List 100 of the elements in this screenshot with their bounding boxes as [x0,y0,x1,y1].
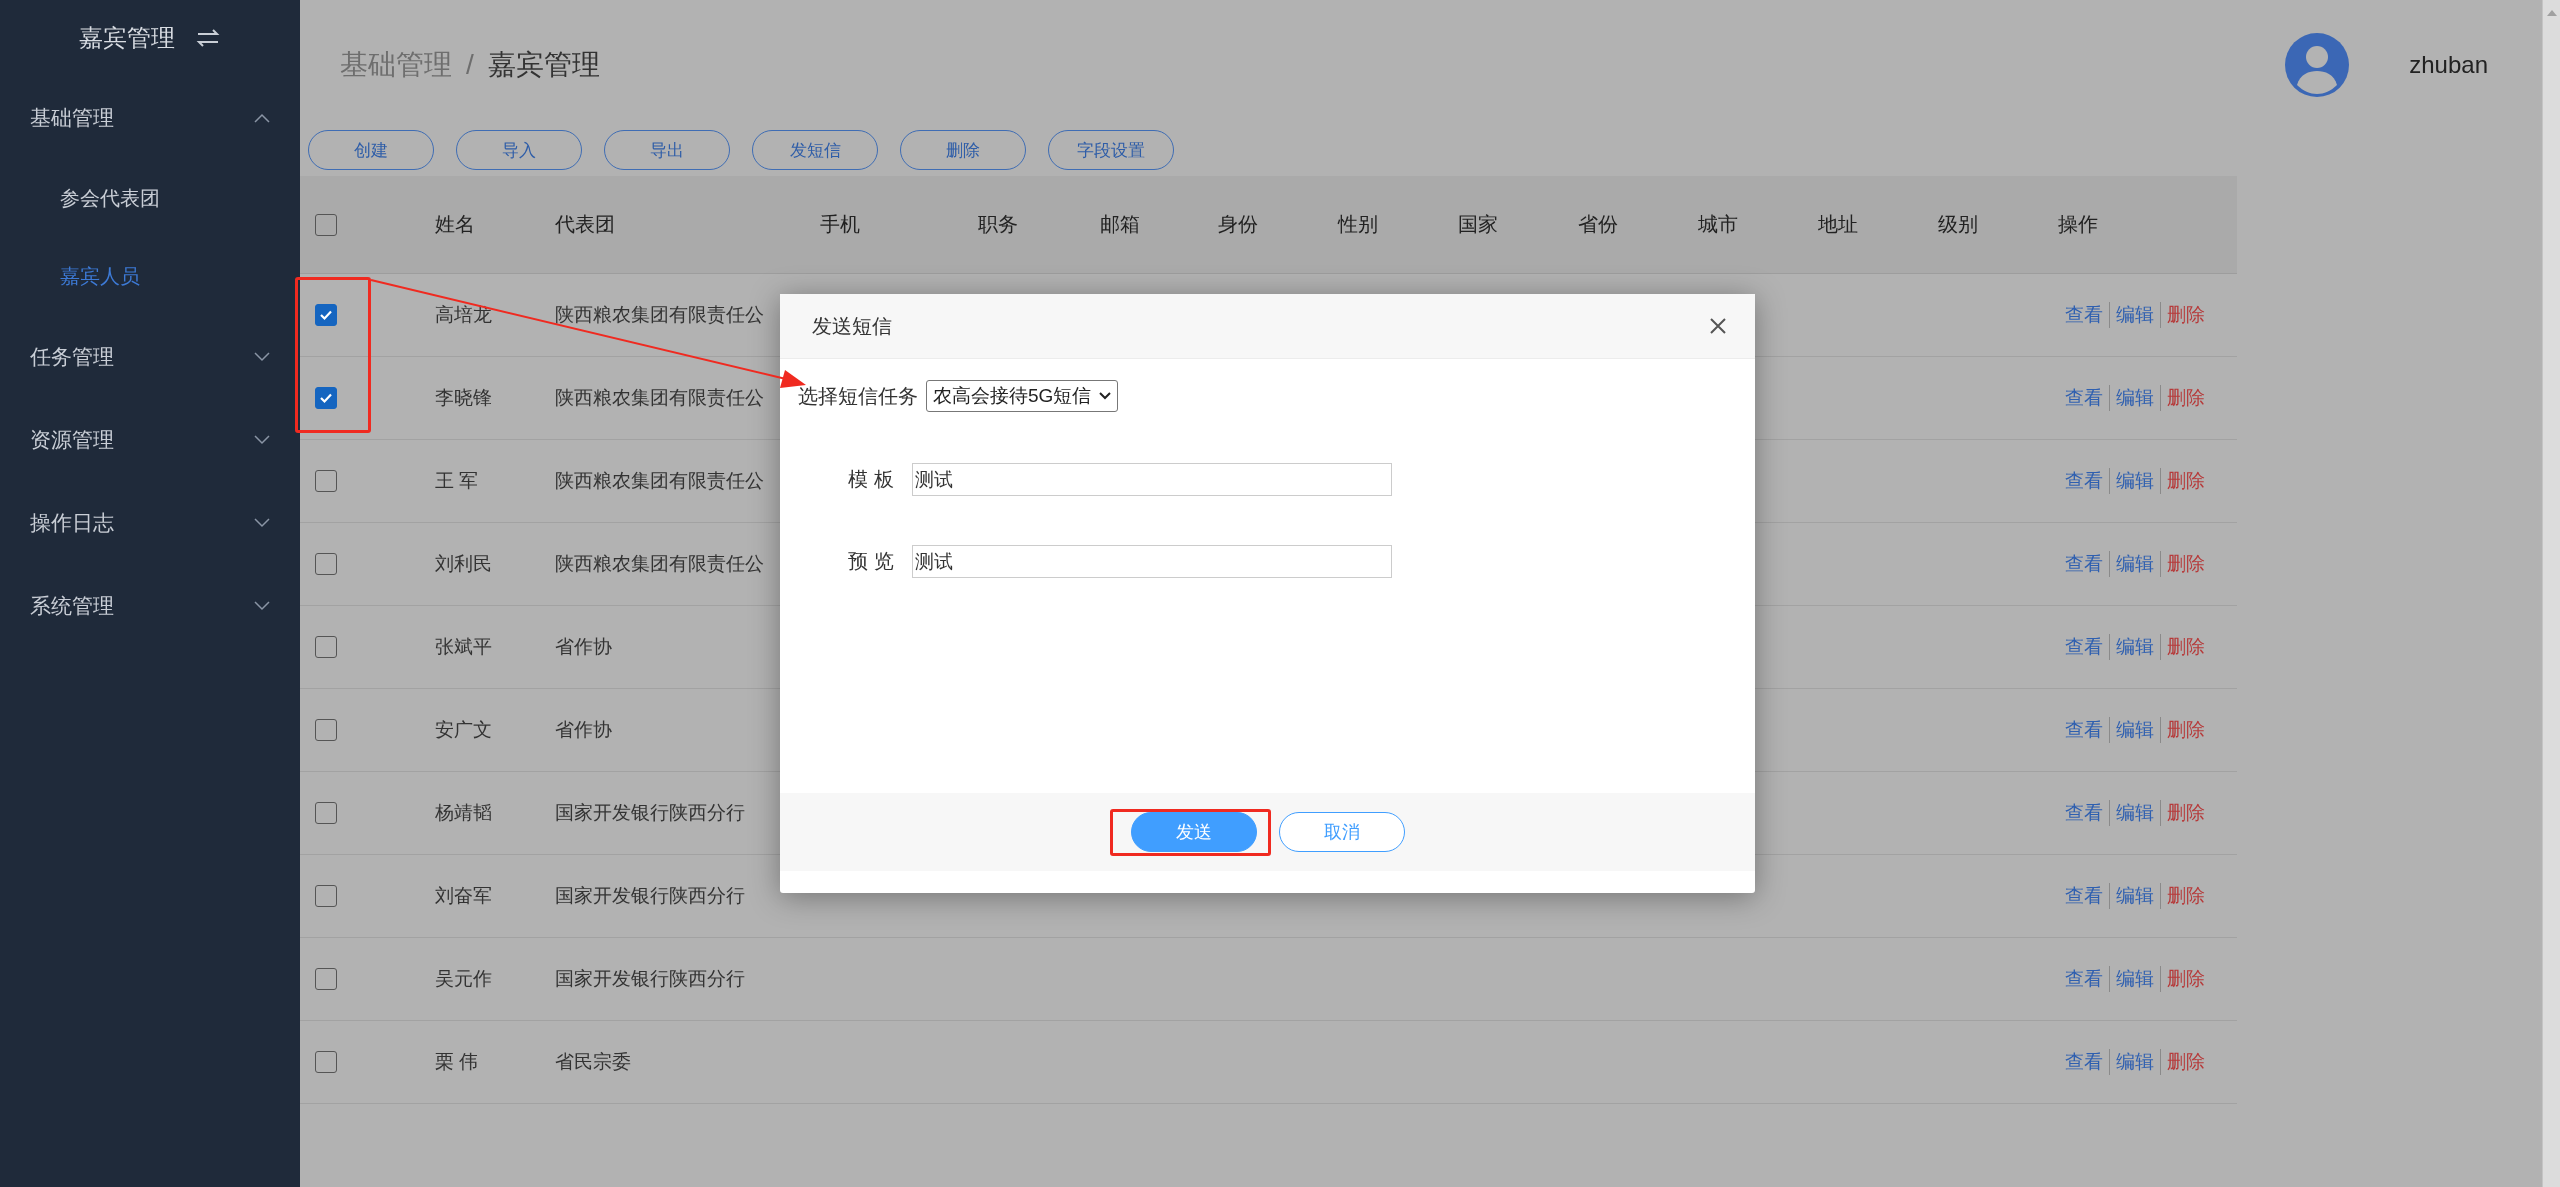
menu-group[interactable]: 基础管理 [0,76,300,159]
field-label: 预 览 [847,549,895,574]
toolbar-button[interactable]: 创建 [308,130,434,170]
action-link[interactable]: 查看 [2065,883,2103,909]
column-header: 省份 [1578,212,1619,237]
input-field[interactable]: 测试 [912,463,1392,496]
table-cell-text: 王 军 [435,469,479,493]
action-link[interactable]: 删除 [2167,966,2205,992]
scrollbar[interactable] [2542,0,2560,1187]
row-checkbox[interactable] [315,885,337,907]
action-link[interactable]: 查看 [2065,1049,2103,1075]
table-cell-text: 吴元作 [435,967,492,991]
menu-group[interactable]: 任务管理 [0,315,300,398]
toolbar-button[interactable]: 字段设置 [1048,130,1174,170]
menu-item[interactable]: 参会代表团 [0,159,300,237]
breadcrumb-item[interactable]: 基础管理 [340,46,452,84]
breadcrumb-item: 嘉宾管理 [487,48,600,82]
column-header: 身份 [1218,212,1259,237]
table-cell-text: 国家开发银行陕西分行 [555,967,745,991]
action-link[interactable]: 查看 [2065,302,2103,328]
toolbar-button[interactable]: 导入 [456,130,582,170]
action-link[interactable]: 查看 [2065,800,2103,826]
action-link[interactable]: 编辑 [2116,302,2154,328]
column-header: 国家 [1458,212,1499,237]
column-header: 邮箱 [1100,212,1141,237]
action-link[interactable]: 删除 [2167,800,2205,826]
action-link[interactable]: 查看 [2065,634,2103,660]
action-link[interactable]: 查看 [2065,468,2103,494]
chevron-icon [254,434,270,445]
action-link[interactable]: 删除 [2167,551,2205,577]
action-link[interactable]: 查看 [2065,385,2103,411]
action-link[interactable]: 删除 [2167,302,2205,328]
action-link[interactable]: 编辑 [2116,468,2154,494]
avatar-icon[interactable] [2285,33,2350,97]
row-checkbox[interactable] [315,719,337,741]
action-link[interactable]: 删除 [2167,385,2205,411]
row-checkbox[interactable] [315,553,337,575]
toolbar-button[interactable]: 删除 [900,130,1026,170]
row-checkbox[interactable] [315,470,337,492]
action-link[interactable]: 编辑 [2116,883,2154,909]
dialog-title: 发送短信 [812,313,892,339]
chevron-icon [254,600,270,611]
table-cell-text: 省作协 [555,718,612,742]
action-link[interactable]: 删除 [2167,634,2205,660]
action-link[interactable]: 删除 [2167,1049,2205,1075]
table-cell-text: 国家开发银行陕西分行 [555,884,745,908]
action-link[interactable]: 编辑 [2116,966,2154,992]
field-label: 选择短信任务 [798,383,918,409]
row-checkbox[interactable] [315,304,337,326]
action-link[interactable]: 删除 [2167,717,2205,743]
table-cell-text: 安广文 [435,718,492,742]
task-select[interactable]: 农高会接待5G短信 [926,380,1119,412]
menu-item[interactable]: 嘉宾人员 [0,237,300,315]
breadcrumb-separator: / [466,49,474,81]
toolbar-button[interactable]: 发短信 [752,130,878,170]
action-link[interactable]: 删除 [2167,468,2205,494]
table-cell-text: 陕西粮农集团有限责任公 [555,552,764,576]
toolbar-button[interactable]: 导出 [604,130,730,170]
dialog-button[interactable]: 发送 [1130,812,1257,852]
action-link[interactable]: 查看 [2065,966,2103,992]
row-checkbox[interactable] [315,1051,337,1073]
action-link[interactable]: 查看 [2065,551,2103,577]
action-link[interactable]: 查看 [2065,717,2103,743]
column-header: 性别 [1338,212,1379,237]
column-header: 手机 [820,212,861,237]
app-title: 嘉宾管理 [79,23,175,53]
table-cell-text: 高培龙 [435,303,492,327]
input-field[interactable]: 测试 [912,545,1392,578]
column-header: 城市 [1698,212,1739,237]
dialog-button[interactable]: 取消 [1278,812,1405,852]
row-checkbox[interactable] [315,636,337,658]
table-cell-text: 省作协 [555,635,612,659]
action-link[interactable]: 编辑 [2116,717,2154,743]
user-name[interactable]: zhuban [2409,51,2488,79]
close-icon[interactable] [1709,317,1727,335]
column-header: 级别 [1938,212,1979,237]
column-header: 操作 [2058,212,2099,237]
table-cell-text: 李晓锋 [435,386,492,410]
menu-group[interactable]: 操作日志 [0,481,300,564]
chevron-icon [254,517,270,528]
action-link[interactable]: 编辑 [2116,385,2154,411]
action-link[interactable]: 编辑 [2116,800,2154,826]
row-checkbox[interactable] [315,387,337,409]
menu-group[interactable]: 系统管理 [0,564,300,647]
select-all-checkbox[interactable] [315,213,337,236]
column-header: 地址 [1818,212,1859,237]
action-link[interactable]: 编辑 [2116,634,2154,660]
menu-group[interactable]: 资源管理 [0,398,300,481]
scroll-up-icon[interactable] [2546,10,2557,16]
column-header: 职务 [978,212,1019,237]
action-link[interactable]: 编辑 [2116,551,2154,577]
row-checkbox[interactable] [315,802,337,824]
row-checkbox[interactable] [315,968,337,990]
action-link[interactable]: 编辑 [2116,1049,2154,1075]
table-cell-text: 栗 伟 [435,1050,479,1074]
swap-icon[interactable] [195,27,221,49]
table-cell-text: 杨靖韬 [435,801,492,825]
table-cell-text: 国家开发银行陕西分行 [555,801,745,825]
action-link[interactable]: 删除 [2167,883,2205,909]
table-cell-text: 陕西粮农集团有限责任公 [555,303,764,327]
